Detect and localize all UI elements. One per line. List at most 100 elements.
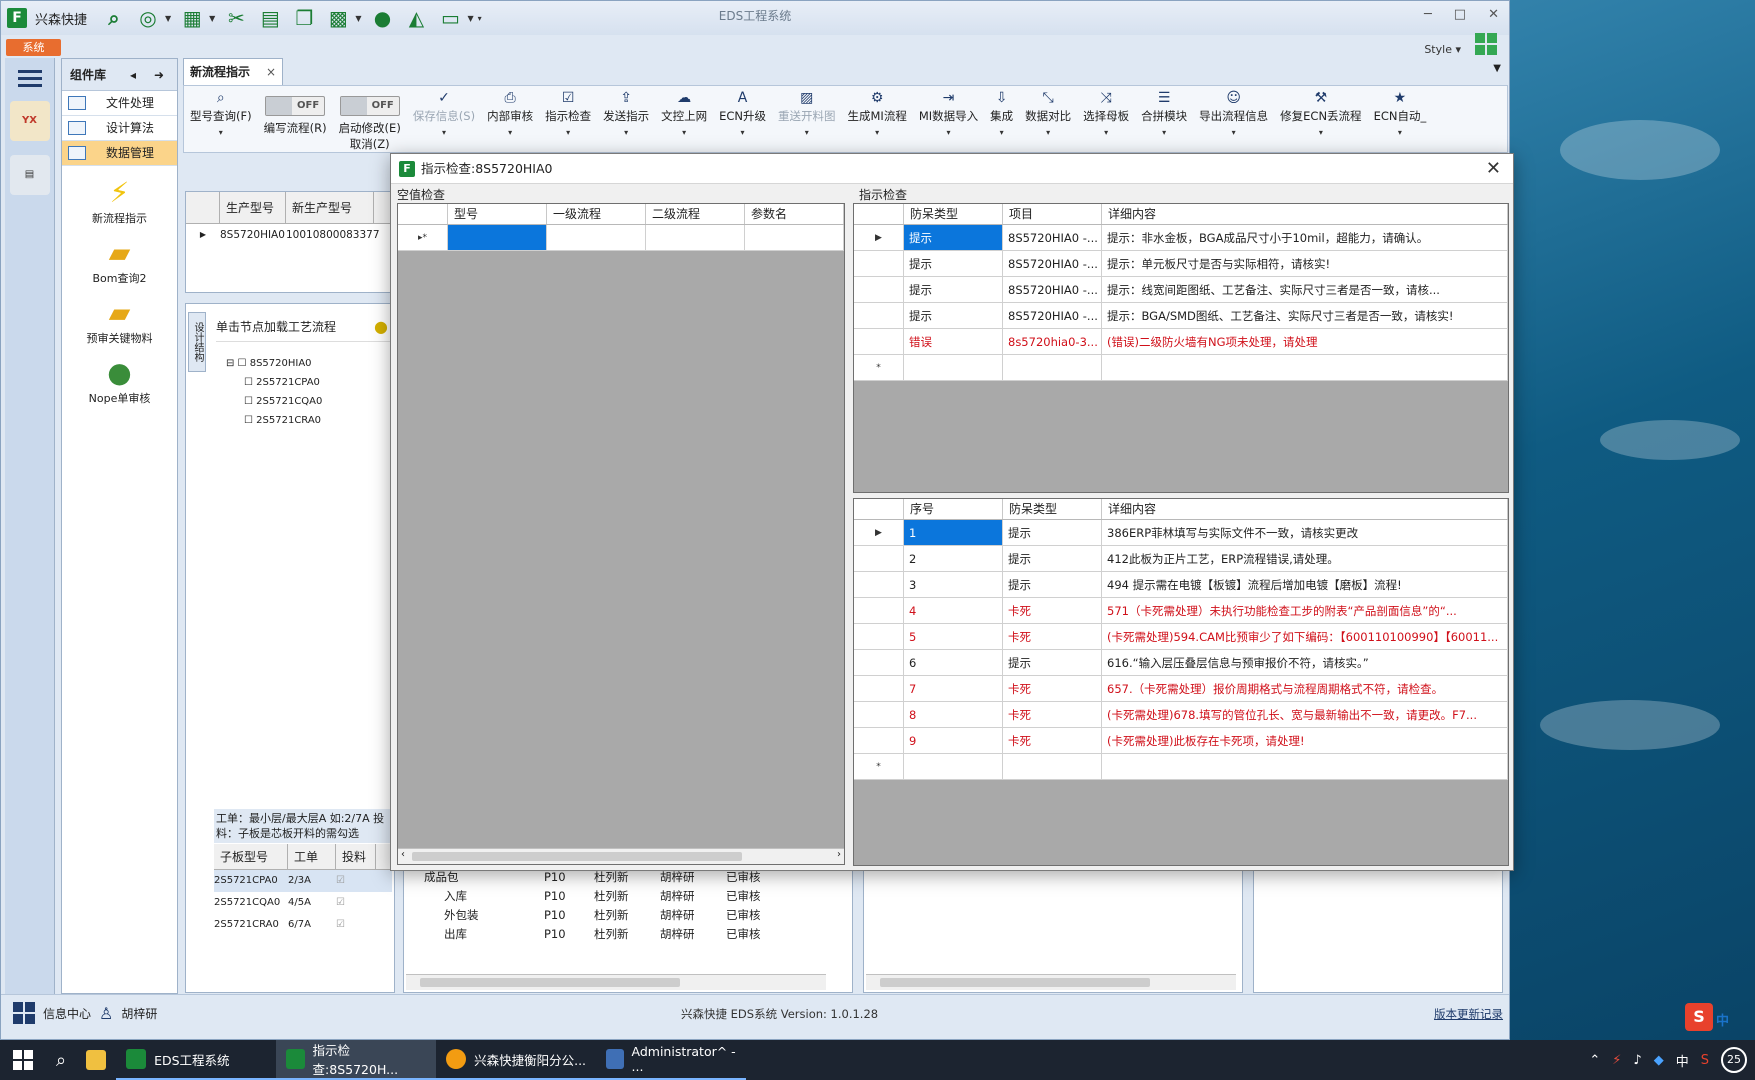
dropdown-caret-icon[interactable]: ▾: [1199, 128, 1268, 137]
tree-node[interactable]: ☐ 2S5721CRA0: [226, 411, 322, 430]
table-cell[interactable]: 8S5720HIA0 -...: [1003, 251, 1102, 276]
table-cell[interactable]: [448, 225, 547, 250]
ribbon-button[interactable]: ☁ 文控上网 ▾: [655, 90, 713, 137]
column-header[interactable]: 新生产型号: [286, 191, 374, 224]
dropdown-caret-icon[interactable]: ▾: [1025, 128, 1071, 137]
file-explorer-icon[interactable]: [76, 1040, 116, 1080]
checkbox-checked-icon[interactable]: ☑: [336, 914, 376, 936]
scrollbar-thumb[interactable]: [880, 978, 1150, 987]
column-header[interactable]: 详细内容: [1102, 499, 1508, 519]
ribbon-button[interactable]: OFF 编写流程(R): [258, 90, 333, 136]
column-header[interactable]: 详细内容: [1102, 204, 1508, 224]
row-header[interactable]: [854, 303, 904, 328]
row-header[interactable]: [854, 676, 904, 701]
ribbon-button[interactable]: ▨ 重送开料图 ▾: [772, 90, 842, 137]
dropdown-caret-icon[interactable]: ▾: [413, 128, 475, 137]
tile-nope-review[interactable]: ● Nope单审核: [62, 356, 177, 406]
tree-row[interactable]: 入库 P10 杜列新 胡梓研 已审核: [414, 887, 786, 906]
checkbox-checked-icon[interactable]: ☑: [336, 892, 376, 914]
table-cell[interactable]: 提示：非水金板，BGA成品尺寸小于10mil，超能力，请确认。: [1102, 225, 1508, 250]
ribbon-button[interactable]: ★ ECN自动_ ▾: [1368, 90, 1433, 137]
table-cell[interactable]: 571（卡死需处理）未执行功能检查工步的附表“产品剖面信息”的“...: [1102, 598, 1508, 623]
table-row[interactable]: 7 卡死 657.（卡死需处理）报价周期格式与流程周期格式不符，请检查。: [854, 676, 1508, 702]
search-icon[interactable]: ⌕: [46, 1040, 76, 1080]
tab-new-flow[interactable]: 新流程指示 ×: [183, 58, 283, 85]
table-cell[interactable]: [1003, 754, 1102, 779]
table-row[interactable]: 9 卡死 (卡死需处理)此板存在卡死项，请处理!: [854, 728, 1508, 754]
column-header[interactable]: 序号: [904, 499, 1003, 519]
table-cell[interactable]: 8S5720HIA0 -...: [1003, 277, 1102, 302]
row-pointer-icon[interactable]: ▶: [854, 225, 904, 250]
info-center-link[interactable]: 信息中心: [43, 1005, 91, 1022]
table-cell[interactable]: 657.（卡死需处理）报价周期格式与流程周期格式不符，请检查。: [1102, 676, 1508, 701]
table-row[interactable]: 6 提示 616.“输入层压叠层信息与预审报价不符，请核实。”: [854, 650, 1508, 676]
sogou-tray-icon[interactable]: S: [1701, 1053, 1709, 1068]
table-cell[interactable]: 错误: [904, 329, 1003, 354]
table-cell[interactable]: 提示：BGA/SMD图纸、工艺备注、实际尺寸三者是否一致，请核实!: [1102, 303, 1508, 328]
menu-design-algorithm[interactable]: 设计算法: [62, 116, 177, 141]
chevron-up-icon[interactable]: ⌃: [1589, 1053, 1600, 1068]
close-icon[interactable]: ✕: [1488, 7, 1499, 22]
table-row[interactable]: 8 卡死 (卡死需处理)678.填写的管位孔长、宽与最新输出不一致，请更改。F7..…: [854, 702, 1508, 728]
table-cell[interactable]: 2: [904, 546, 1003, 571]
scrollbar-thumb[interactable]: [420, 978, 680, 987]
column-header[interactable]: 工单: [288, 844, 336, 869]
ribbon-button[interactable]: ☑ 指示检查 ▾: [539, 90, 597, 137]
row-header[interactable]: [854, 329, 904, 354]
table-row[interactable]: ▶ 8S5720HIA0 10010800083377: [186, 224, 394, 246]
start-button[interactable]: [0, 1040, 46, 1080]
table-cell[interactable]: 6: [904, 650, 1003, 675]
table-row[interactable]: 4 卡死 571（卡死需处理）未执行功能检查工步的附表“产品剖面信息”的“...: [854, 598, 1508, 624]
dropdown-caret-icon[interactable]: ▾: [1141, 128, 1187, 137]
bluetooth-icon[interactable]: ◆: [1654, 1053, 1664, 1068]
apps-grid-icon[interactable]: [13, 1002, 35, 1024]
row-header[interactable]: [854, 251, 904, 276]
ribbon-button[interactable]: OFF 启动修改(E) 取消(Z): [333, 90, 407, 152]
column-header[interactable]: 二级流程: [646, 204, 745, 224]
table-cell[interactable]: 9: [904, 728, 1003, 753]
tabs-dropdown-icon[interactable]: ▼: [1493, 63, 1501, 74]
ribbon-button[interactable]: ⤨ 选择母板 ▾: [1077, 90, 1135, 137]
dialog-close-button[interactable]: ✕: [1486, 154, 1501, 184]
row-header[interactable]: [854, 277, 904, 302]
table-cell[interactable]: [1102, 754, 1508, 779]
dropdown-caret-icon[interactable]: ▾: [1083, 128, 1129, 137]
scrollbar-thumb[interactable]: [412, 852, 742, 861]
taskbar-item-check[interactable]: 指示检查:8S5720H...: [276, 1040, 437, 1080]
table-cell[interactable]: 8S5720HIA0 -...: [1003, 225, 1102, 250]
dropdown-caret-icon[interactable]: ▾: [487, 128, 533, 137]
table-cell[interactable]: 8S5720HIA0 -...: [1003, 303, 1102, 328]
dropdown-caret-icon[interactable]: ▾: [661, 128, 707, 137]
sogou-ime-icon[interactable]: S: [1685, 1003, 1713, 1031]
ribbon-button[interactable]: ⇥ MI数据导入 ▾: [913, 90, 984, 137]
ribbon-button[interactable]: ⤡ 数据对比 ▾: [1019, 90, 1077, 137]
table-row[interactable]: ▶ 提示 8S5720HIA0 -... 提示：非水金板，BGA成品尺寸小于10mil…: [854, 225, 1508, 251]
table-row[interactable]: 2S5721CQA0 4/5A ☑: [214, 892, 392, 914]
row-header[interactable]: [854, 650, 904, 675]
changelog-link[interactable]: 版本更新记录: [1434, 1006, 1503, 1022]
table-row[interactable]: 提示 8S5720HIA0 -... 提示：单元板尺寸是否与实际相符，请核实!: [854, 251, 1508, 277]
minimize-icon[interactable]: ─: [1424, 7, 1432, 22]
table-cell[interactable]: 卡死: [1003, 728, 1102, 753]
notification-badge[interactable]: 25: [1721, 1047, 1747, 1073]
scroll-right-icon[interactable]: ›: [837, 849, 841, 860]
ribbon-button[interactable]: ☺ 导出流程信息 ▾: [1193, 90, 1274, 137]
table-cell[interactable]: 1: [904, 520, 1003, 545]
table-cell[interactable]: [904, 754, 1003, 779]
tile-new-flow[interactable]: ⚡ 新流程指示: [62, 176, 177, 226]
ribbon-button[interactable]: ✓ 保存信息(S) ▾: [407, 90, 481, 137]
table-cell[interactable]: [904, 355, 1003, 380]
calculator-icon[interactable]: ▤: [9, 155, 50, 195]
table-cell[interactable]: 提示: [1003, 546, 1102, 571]
column-header[interactable]: 参数名: [745, 204, 844, 224]
column-header[interactable]: 防呆类型: [1003, 499, 1102, 519]
taskbar-item-browser[interactable]: 兴森快捷衡阳分公...: [436, 1040, 597, 1080]
tree-node-root[interactable]: ⊟ ☐ 8S5720HIA0: [226, 354, 322, 373]
table-cell[interactable]: 494 提示需在电镀【板镀】流程后增加电镀【磨板】流程!: [1102, 572, 1508, 597]
dropdown-caret-icon[interactable]: ▾: [848, 128, 907, 137]
tree-node[interactable]: ☐ 2S5721CPA0: [226, 373, 322, 392]
table-cell[interactable]: 提示: [904, 251, 1003, 276]
volume-icon[interactable]: ♪: [1633, 1053, 1641, 1068]
ribbon-button[interactable]: ⇩ 集成 ▾: [984, 90, 1019, 137]
table-row[interactable]: 提示 8S5720HIA0 -... 提示：线宽间距图纸、工艺备注、实际尺寸三者是否…: [854, 277, 1508, 303]
